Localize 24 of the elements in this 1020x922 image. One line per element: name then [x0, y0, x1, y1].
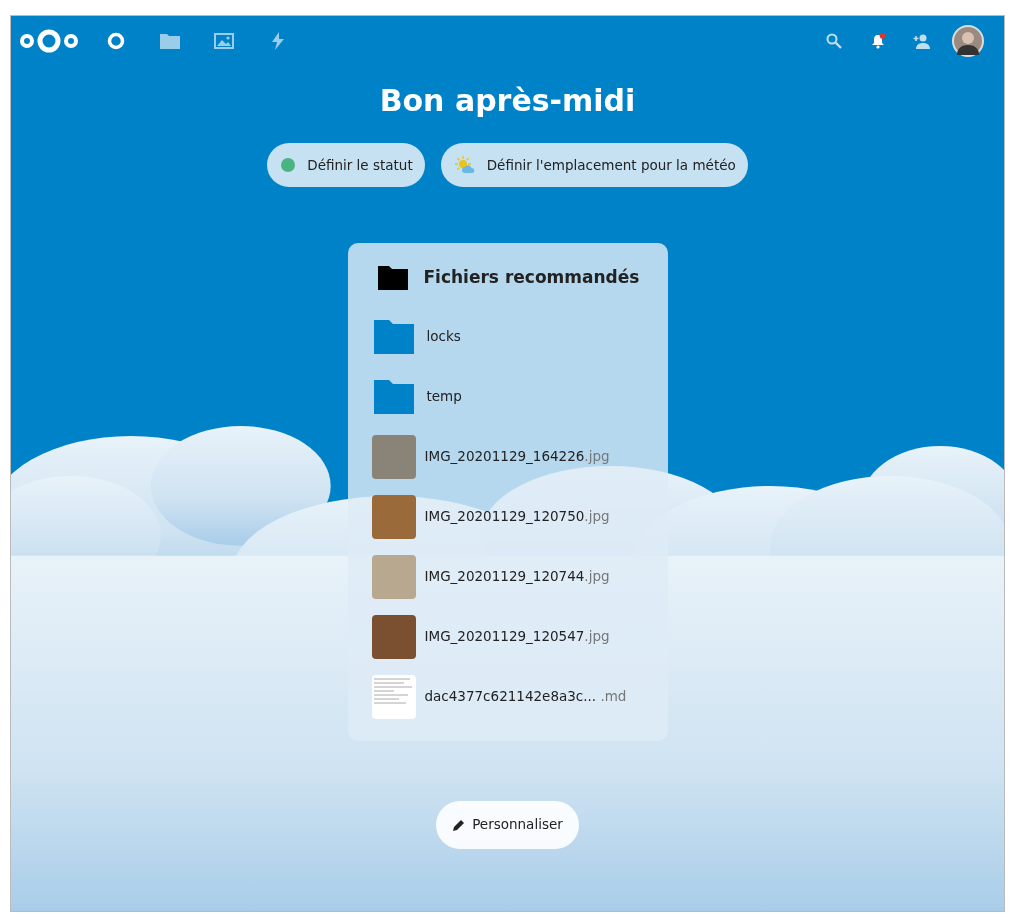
widget-title: Fichiers recommandés	[423, 266, 640, 289]
folder-icon	[373, 319, 414, 354]
file-link[interactable]: IMG_20201129_120750.jpg	[424, 506, 610, 527]
folder-icon	[377, 265, 408, 290]
photo-placeholder	[371, 434, 416, 479]
photo-placeholder	[371, 554, 416, 599]
avatar-icon[interactable]	[952, 25, 984, 57]
status-button[interactable]: Définir le statut	[267, 143, 425, 187]
file-link[interactable]: dac4377c621142e8a3c... .md	[424, 686, 627, 707]
photo-placeholder	[371, 614, 416, 659]
file-link[interactable]: locks	[426, 326, 461, 347]
sun-cloud-icon	[454, 156, 475, 174]
folder-icon	[373, 379, 414, 414]
file-link[interactable]: IMG_20201129_120547.jpg	[424, 626, 610, 647]
weather-location-button[interactable]: Définir l'emplacement pour la météo	[440, 143, 748, 187]
file-link[interactable]: temp	[426, 386, 462, 407]
customize-button[interactable]: Personnaliser	[436, 800, 579, 849]
greeting-heading: Bon après-midi	[379, 82, 636, 120]
file-link[interactable]: IMG_20201129_120744.jpg	[424, 566, 610, 587]
document-thumbnail	[371, 674, 416, 719]
logo-icon	[19, 27, 79, 55]
pencil-icon	[452, 817, 467, 832]
photo-placeholder	[371, 494, 416, 539]
file-link[interactable]: IMG_20201129_164226.jpg	[424, 446, 610, 467]
